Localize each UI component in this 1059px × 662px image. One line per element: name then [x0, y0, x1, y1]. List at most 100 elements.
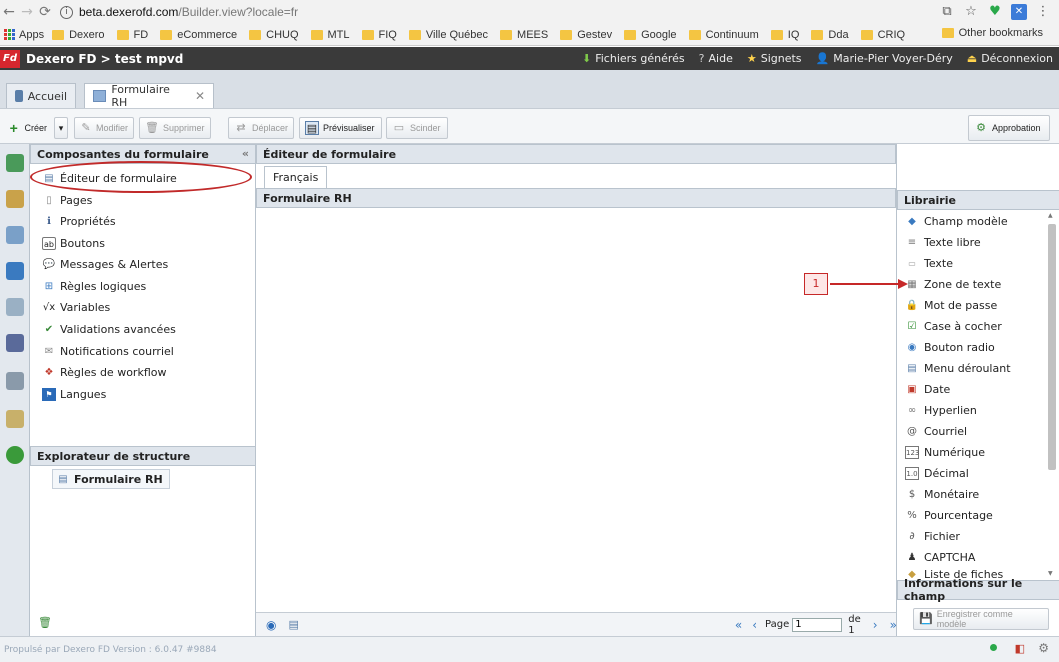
collapse-icon[interactable]: «: [242, 147, 249, 160]
menu-item-advanced-validations[interactable]: ✔ Validations avancées: [42, 319, 176, 339]
nav-icon-web[interactable]: [6, 262, 24, 280]
library-item-decimal[interactable]: 1.0 Décimal: [905, 463, 969, 484]
library-item-text-area[interactable]: ▦ Zone de texte: [905, 274, 1001, 295]
bookmark-mees[interactable]: MEES: [500, 29, 548, 41]
lock-icon: 🔒: [905, 300, 919, 311]
approval-button[interactable]: ⚙ Approbation: [968, 115, 1050, 141]
menu-item-languages[interactable]: ⚑ Langues: [42, 384, 106, 404]
nav-icon-globe[interactable]: [6, 446, 24, 464]
page-number-input[interactable]: [792, 617, 843, 632]
library-item-text[interactable]: ▭ Texte: [905, 253, 953, 274]
bookmark-iq[interactable]: IQ: [770, 29, 799, 41]
settings-icon[interactable]: ⚙: [1038, 641, 1049, 655]
library-item-free-text[interactable]: ≡ Texte libre: [905, 232, 981, 253]
bookmark-other[interactable]: Other bookmarks: [941, 27, 1043, 39]
book-icon[interactable]: ◧: [1015, 642, 1025, 655]
user-link[interactable]: 👤 Marie-Pier Voyer-Déry: [816, 52, 953, 65]
trash-icon[interactable]: 🗑: [38, 616, 52, 629]
bookmark-gestev[interactable]: Gestev: [560, 29, 612, 41]
bookmark-ville-quebec[interactable]: Ville Québec: [408, 29, 488, 41]
bookmark-criq[interactable]: CRIQ: [860, 29, 905, 41]
extension-x-icon[interactable]: ✕: [1011, 4, 1027, 20]
library-item-dropdown[interactable]: ▤ Menu déroulant: [905, 358, 1010, 379]
bookmark-fd[interactable]: FD: [116, 29, 148, 41]
previous-page-icon[interactable]: ‹: [752, 618, 757, 632]
folder-icon: [811, 29, 824, 40]
nav-icon-servers[interactable]: [6, 334, 24, 352]
menu-item-logic-rules[interactable]: ⊞ Règles logiques: [42, 276, 146, 296]
library-item-email[interactable]: @ Courriel: [905, 421, 967, 442]
nav-icon-tools[interactable]: [6, 372, 24, 390]
tab-formulaire-rh[interactable]: Formulaire RH ✕: [84, 83, 214, 109]
nav-icon-library[interactable]: [6, 190, 24, 208]
save-as-template-button[interactable]: 💾 Enregistrer comme modèle: [913, 608, 1049, 630]
tab-accueil[interactable]: Accueil: [6, 83, 76, 108]
nav-icon-reports[interactable]: [6, 298, 24, 316]
help-link[interactable]: ? Aide: [699, 52, 733, 65]
bookmark-dexero[interactable]: Dexero: [52, 29, 105, 41]
library-item-hyperlink[interactable]: ∞ Hyperlien: [905, 400, 977, 421]
next-page-icon[interactable]: ›: [873, 618, 878, 632]
url-field[interactable]: i beta.dexerofd.com/Builder.view?locale=…: [60, 2, 939, 22]
library-scrollbar[interactable]: ▲ ▼: [1047, 212, 1057, 577]
globe-icon[interactable]: ◉: [266, 618, 276, 632]
structure-item-form[interactable]: ▤ Formulaire RH: [52, 469, 170, 489]
menu-item-messages[interactable]: 💬 Messages & Alertes: [42, 254, 168, 274]
star-icon[interactable]: ☆: [963, 4, 979, 20]
library-item-numeric[interactable]: 123 Numérique: [905, 442, 985, 463]
split-button[interactable]: ▭ Scinder: [386, 117, 448, 139]
menu-dots-icon[interactable]: ⋮: [1035, 4, 1051, 20]
first-page-icon[interactable]: «: [735, 618, 742, 632]
library-item-password[interactable]: 🔒 Mot de passe: [905, 295, 997, 316]
scroll-down-icon[interactable]: ▼: [1048, 570, 1053, 577]
bookmark-continuum[interactable]: Continuum: [688, 29, 759, 41]
paperclip-icon: ∂: [909, 531, 915, 542]
close-icon[interactable]: ✕: [195, 89, 205, 103]
library-item-captcha[interactable]: ♟ CAPTCHA: [905, 547, 976, 568]
library-item-radio[interactable]: ◉ Bouton radio: [905, 337, 995, 358]
logout-link[interactable]: ⏏ Déconnexion: [967, 52, 1053, 65]
bookmark-ecommerce[interactable]: eCommerce: [160, 29, 237, 41]
nav-icon-search[interactable]: [6, 410, 24, 428]
editor-header: Éditeur de formulaire: [256, 144, 896, 164]
menu-item-variables[interactable]: √x Variables: [42, 297, 110, 317]
delete-button[interactable]: 🗑 Supprimer: [139, 117, 211, 139]
library-item-file[interactable]: ∂ Fichier: [905, 526, 960, 547]
library-item-date[interactable]: ▣ Date: [905, 379, 950, 400]
nav-icon-builder[interactable]: [6, 154, 24, 172]
modify-button[interactable]: ✎ Modifier: [74, 117, 134, 139]
move-button[interactable]: ⇄ Déplacer: [228, 117, 294, 139]
library-item-checkbox[interactable]: ☑ Case à cocher: [905, 316, 1002, 337]
library-item-currency[interactable]: $ Monétaire: [905, 484, 979, 505]
info-icon[interactable]: i: [60, 5, 73, 19]
translate-icon[interactable]: ⧉: [939, 4, 955, 20]
bookmark-google[interactable]: Google: [624, 29, 677, 41]
nav-icon-forms[interactable]: [6, 226, 24, 244]
create-button[interactable]: + Créer: [2, 117, 52, 139]
menu-item-email-notifications[interactable]: ✉ Notifications courriel: [42, 341, 174, 361]
bookmark-apps[interactable]: Apps: [0, 29, 44, 41]
create-dropdown-button[interactable]: ▾: [54, 117, 68, 139]
back-icon[interactable]: ←: [0, 4, 18, 20]
bookmark-fiq[interactable]: FIQ: [361, 29, 397, 41]
menu-item-properties[interactable]: ℹ Propriétés: [42, 211, 116, 231]
scroll-up-icon[interactable]: ▲: [1048, 212, 1053, 219]
library-item-template-field[interactable]: ◆ Champ modèle: [905, 211, 1007, 232]
menu-item-buttons[interactable]: ab Boutons: [42, 233, 105, 253]
bookmark-chuq[interactable]: CHUQ: [249, 29, 299, 41]
bookmark-dda[interactable]: Dda: [811, 29, 849, 41]
preview-button[interactable]: ▤ Prévisualiser: [299, 117, 382, 139]
menu-item-workflow-rules[interactable]: ❖ Règles de workflow: [42, 362, 167, 382]
generated-files-link[interactable]: ⬇ Fichiers générés: [582, 52, 685, 65]
folder-icon: [361, 29, 374, 40]
tab-french[interactable]: Français: [264, 166, 328, 188]
reload-icon[interactable]: ⟳: [36, 4, 54, 20]
scroll-thumb[interactable]: [1048, 224, 1056, 470]
bookmark-mtl[interactable]: MTL: [310, 29, 350, 41]
forward-icon[interactable]: →: [18, 4, 36, 20]
bookmarks-link[interactable]: ★ Signets: [747, 52, 802, 65]
menu-item-pages[interactable]: ▯ Pages: [42, 190, 92, 210]
document-icon[interactable]: ▤: [288, 618, 298, 631]
library-item-percentage[interactable]: % Pourcentage: [905, 505, 993, 526]
extension-heart-icon[interactable]: ♥: [987, 4, 1003, 20]
